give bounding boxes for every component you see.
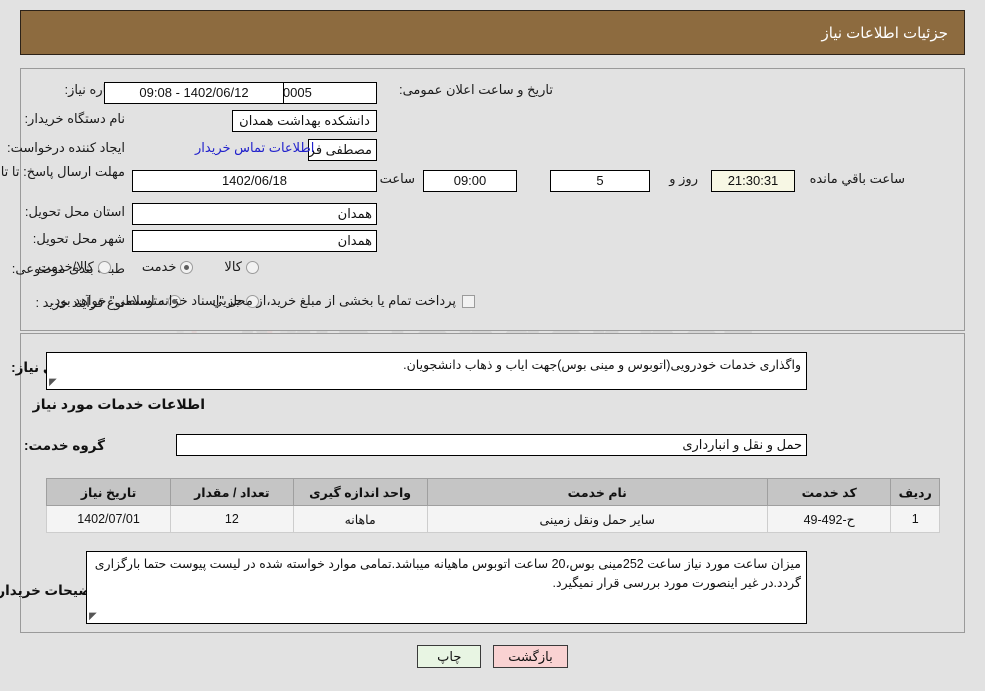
treasury-text: پرداخت تمام یا بخشی از مبلغ خرید،از محل … (50, 293, 456, 308)
table-header-row: ردیف کد خدمت نام خدمت واحد اندازه گیری ت… (45, 478, 940, 506)
province-label: استان محل تحویل: (24, 204, 125, 219)
remaining-days-label-wrap: روز و (669, 171, 698, 187)
category-radio-kala-khedmat[interactable]: کالا/خدمت (38, 259, 111, 275)
table-row[interactable]: 1 ح-492-49 سایر حمل ونقل زمینی ماهانه 12… (45, 505, 940, 533)
cell-service-name: سایر حمل ونقل زمینی (426, 505, 768, 533)
buyer-notes-textarea[interactable]: میزان ساعت مورد نیاز ساعت 252مینی بوس،20… (86, 551, 807, 624)
need-info-panel (20, 68, 965, 331)
buyer-notes-text: میزان ساعت مورد نیاز ساعت 252مینی بوس،20… (94, 557, 801, 590)
province-field[interactable]: همدان (132, 203, 377, 225)
services-section-title: اطلاعات خدمات مورد نیاز (32, 396, 205, 412)
deadline-label-wrap: مهلت ارسال پاسخ: تا تاریخ: (0, 164, 125, 179)
buyer-org-label: نام دستگاه خریدار: (24, 111, 125, 126)
th-service-name: نام خدمت (426, 478, 768, 506)
cell-need-date: 1402/07/01 (45, 505, 172, 533)
page-title: جزئیات اطلاعات نیاز (821, 24, 949, 42)
cell-quantity: 12 (170, 505, 294, 533)
creator-label: ایجاد کننده درخواست: (7, 140, 125, 155)
service-group-field[interactable]: حمل و نقل و انبارداری (176, 434, 807, 456)
services-table: ردیف کد خدمت نام خدمت واحد اندازه گیری ت… (45, 478, 940, 533)
page-header-bar: جزئیات اطلاعات نیاز (20, 10, 965, 55)
cell-service-code: ح-492-49 (766, 505, 892, 533)
resize-grip-icon[interactable]: ◥ (89, 611, 99, 622)
deadline-hour-field[interactable]: 09:00 (423, 170, 517, 192)
th-service-code: کد خدمت (766, 478, 892, 506)
print-button[interactable]: چاپ (417, 645, 482, 668)
treasury-row: پرداخت تمام یا بخشی از مبلغ خرید،از محل … (51, 293, 475, 309)
city-field[interactable]: همدان (132, 230, 377, 252)
remaining-time-label-wrap: ساعت باقي مانده (810, 171, 905, 187)
radio-icon[interactable] (246, 260, 259, 274)
category-radio-kala-label: کالا (224, 259, 242, 274)
deadline-date-field[interactable]: 1402/06/18 (132, 170, 377, 192)
radio-icon[interactable] (97, 260, 111, 274)
creator-label-wrap: ایجاد کننده درخواست: (7, 140, 125, 156)
announce-datetime-label: تاریخ و ساعت اعلان عمومی: (398, 82, 553, 97)
th-quantity: تعداد / مقدار (170, 478, 294, 506)
th-need-date: تاریخ نیاز (45, 478, 172, 506)
th-unit: واحد اندازه گیری (292, 478, 428, 506)
service-group-label-wrap: گروه خدمت: (24, 438, 105, 454)
remaining-days-label: روز و (669, 171, 698, 186)
back-button[interactable]: بازگشت (493, 645, 568, 668)
announce-datetime-label-wrap: تاریخ و ساعت اعلان عمومی: (399, 82, 553, 98)
province-label-wrap: استان محل تحویل: (25, 204, 125, 220)
category-radio-group: کالا خدمت کالا/خدمت (12, 259, 259, 275)
cell-row-no: 1 (890, 505, 940, 533)
action-button-bar: بازگشت چاپ (0, 645, 985, 668)
category-radio-khedmat-label: خدمت (141, 259, 177, 274)
buyer-contact-link[interactable]: اطلاعات تماس خریدار (195, 140, 314, 156)
deadline-label: مهلت ارسال پاسخ: تا تاریخ: (0, 164, 125, 179)
remaining-time-label: ساعت باقي مانده (809, 171, 905, 186)
cell-unit: ماهانه (292, 505, 428, 533)
announce-datetime-field[interactable]: 1402/06/12 - 09:08 (104, 82, 284, 104)
city-label-wrap: همدان شهر محل تحویل: (33, 231, 125, 247)
service-group-label: گروه خدمت: (23, 438, 105, 453)
deadline-hour-label: ساعت (379, 171, 415, 186)
category-radio-kala-khedmat-label: کالا/خدمت (38, 259, 94, 274)
category-radio-kala[interactable]: کالا (224, 259, 259, 275)
city-label-text: شهر محل تحویل: (32, 231, 125, 246)
need-summary-textarea[interactable]: واگذاری خدمات خودرویی(اتوبوس و مینی بوس)… (46, 352, 807, 390)
category-radio-khedmat[interactable]: خدمت (142, 259, 194, 275)
need-summary-text: واگذاری خدمات خودرویی(اتوبوس و مینی بوس)… (403, 358, 801, 372)
radio-icon-selected[interactable] (180, 260, 194, 274)
remaining-time-field[interactable]: 21:30:31 (711, 170, 795, 192)
creator-field[interactable]: مصطفی فریدونی کاربرداز دانشکده بهداشت هم… (308, 139, 377, 161)
buyer-contact-link-wrap[interactable]: اطلاعات تماس خریدار (195, 140, 314, 156)
treasury-checkbox[interactable] (462, 294, 475, 308)
buyer-org-label-wrap: نام دستگاه خریدار: (24, 111, 125, 127)
resize-grip-icon[interactable]: ◥ (49, 377, 59, 388)
remaining-days-field[interactable]: 5 (550, 170, 650, 192)
deadline-hour-label-wrap: ساعت (380, 171, 415, 187)
buyer-org-field[interactable]: دانشکده بهداشت همدان (232, 110, 377, 132)
th-row-no: ردیف (890, 478, 940, 506)
